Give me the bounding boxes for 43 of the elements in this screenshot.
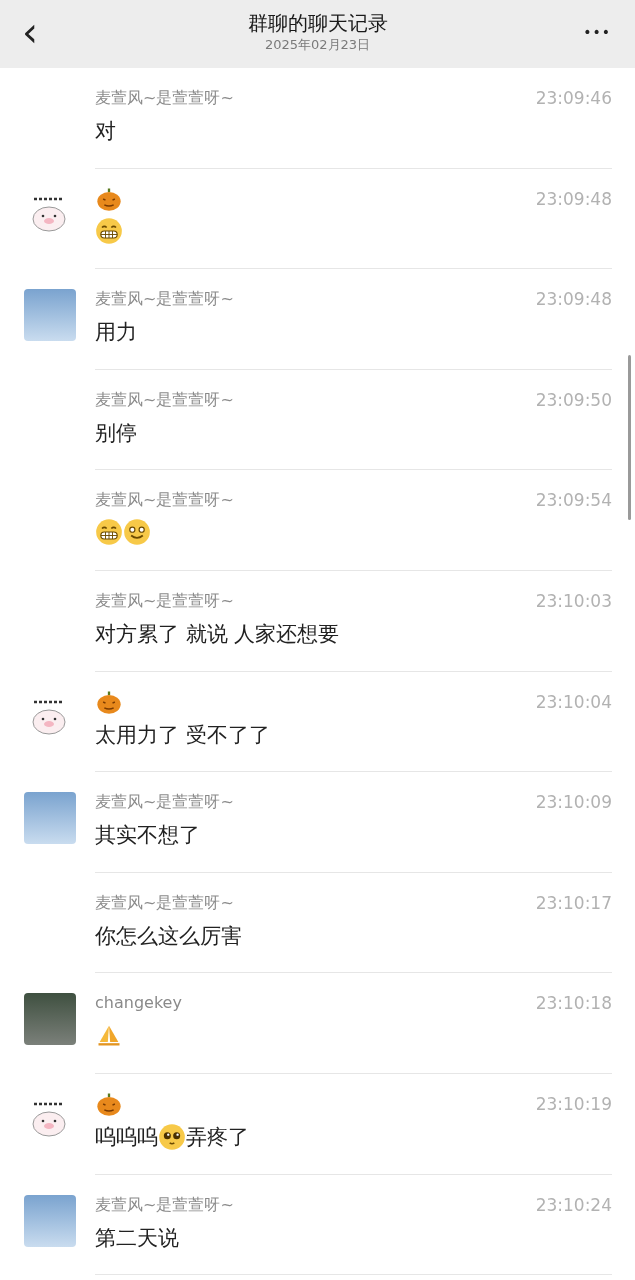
window-title: 群聊的聊天记录: [247, 10, 388, 36]
message-time: 23:09:54: [535, 489, 612, 513]
sender-name: 麦萱风~是萱萱呀~: [95, 791, 234, 814]
message-time: 23:09:48: [535, 288, 612, 312]
message-text: 对方累了 就说 人家还想要: [95, 620, 340, 648]
message-time: 23:09:50: [535, 388, 612, 412]
date-label: 2025年02月23日: [264, 36, 371, 54]
message-time: 23:10:17: [535, 891, 612, 915]
sender-name: 麦萱风~是萱萱呀~: [95, 489, 234, 512]
message-text: 呜呜呜: [95, 1123, 158, 1151]
message-text: 其实不想了: [95, 822, 200, 850]
message-time: 23:10:09: [535, 791, 612, 815]
sender-name: 麦萱风~是萱萱呀~: [95, 87, 234, 109]
message-time: 23:10:03: [535, 589, 612, 613]
message-text: 对: [95, 118, 116, 145]
message-time: 23:10:18: [535, 992, 612, 1016]
message-text: 第二天说: [95, 1224, 179, 1252]
smiling-face-icon: [123, 518, 151, 547]
message-text: 别停: [95, 419, 137, 447]
message-text: 弄疼了: [186, 1123, 249, 1151]
sender-name: 麦萱风~是萱萱呀~: [95, 288, 234, 311]
photo-placeholder: [24, 993, 76, 1046]
message-time: 23:10:24: [535, 1193, 612, 1217]
back-button[interactable]: ‹: [18, 12, 42, 52]
grinning-face-icon: [95, 518, 123, 547]
photo-placeholder: [24, 1194, 76, 1247]
photo-placeholder: [24, 792, 76, 845]
message-time: 23:10:04: [535, 690, 612, 714]
message-text: 太用力了 受不了了: [95, 721, 270, 749]
sender-name: 麦萱风~是萱萱呀~: [95, 388, 234, 411]
message-text: 用力: [95, 319, 137, 347]
message-time: 23:09:46: [535, 87, 612, 110]
message-time: 23:10:19: [535, 1092, 612, 1116]
sender-name: 麦萱风~是萱萱呀~: [95, 589, 234, 612]
sender-name: 麦萱风~是萱萱呀~: [95, 1193, 234, 1216]
sender-name: changekey: [95, 992, 182, 1015]
message-text: 你怎么这么厉害: [95, 922, 242, 950]
pleading-face-icon: [158, 1122, 186, 1151]
more-button[interactable]: •••: [583, 22, 611, 43]
grinning-face-icon: [95, 216, 123, 245]
message-time: 23:09:48: [535, 187, 612, 211]
photo-placeholder: [24, 289, 76, 342]
sender-name: 麦萱风~是萱萱呀~: [95, 891, 234, 914]
